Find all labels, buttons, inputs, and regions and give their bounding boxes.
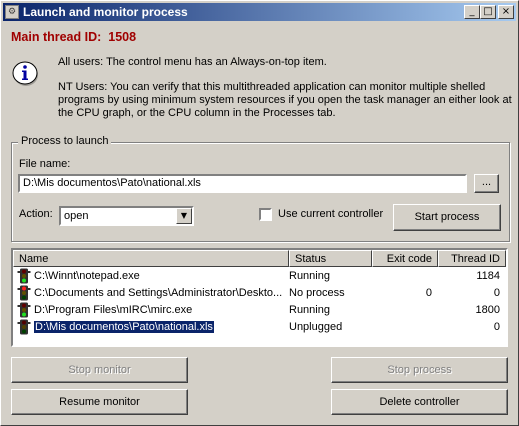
chevron-down-icon[interactable]: ▼ <box>176 208 192 224</box>
maximize-button[interactable]: □ <box>480 5 496 19</box>
app-icon[interactable]: ⚙ <box>5 5 19 19</box>
traffic-light-red-icon <box>17 285 31 301</box>
group-title: Process to launch <box>18 135 112 147</box>
use-current-controller-label[interactable]: Use current controller <box>278 208 383 220</box>
table-row-selected[interactable]: D:\Mis documentos\Pato\national.xls Unpl… <box>13 319 506 336</box>
traffic-light-dark-icon <box>17 319 31 335</box>
minimize-button[interactable]: _ <box>464 5 480 19</box>
row-thread-id: 1800 <box>475 304 500 316</box>
main-thread-info: Main thread ID: 1508 <box>11 30 136 44</box>
action-select[interactable]: open ▼ <box>59 206 194 226</box>
info-text: All users: The control menu has an Alway… <box>58 56 513 132</box>
info-icon <box>12 61 38 86</box>
info-all-users: All users: The control menu has an Alway… <box>58 56 327 68</box>
row-name: D:\Program Files\mIRC\mirc.exe <box>34 304 193 316</box>
table-row[interactable]: C:\Winnt\notepad.exe Running 1184 <box>13 268 506 285</box>
row-status: Running <box>289 270 330 282</box>
column-header-status[interactable]: Status <box>289 250 372 267</box>
column-header-exit-code[interactable]: Exit code <box>372 250 438 267</box>
row-name: C:\Winnt\notepad.exe <box>34 270 140 282</box>
main-thread-label: Main thread ID: <box>11 30 102 44</box>
row-status: Running <box>289 304 330 316</box>
info-nt-users: NT Users: You can verify that this multi… <box>58 81 512 119</box>
row-thread-id: 0 <box>493 321 500 333</box>
resume-monitor-button[interactable]: Resume monitor <box>11 389 188 415</box>
table-row[interactable]: D:\Program Files\mIRC\mirc.exe Running 1… <box>13 302 506 319</box>
browse-button[interactable]: ... <box>474 174 499 193</box>
row-thread-id: 1184 <box>476 270 500 282</box>
column-header-name[interactable]: Name <box>13 250 289 267</box>
stop-process-button[interactable]: Stop process <box>331 357 508 383</box>
action-label: Action: <box>19 208 53 220</box>
use-current-controller-checkbox[interactable] <box>259 208 272 221</box>
main-thread-value: 1508 <box>108 30 137 44</box>
file-name-input[interactable]: D:\Mis documentos\Pato\national.xls <box>18 174 467 193</box>
traffic-light-green-icon <box>17 302 31 318</box>
row-thread-id: 0 <box>493 287 500 299</box>
title-bar[interactable]: ⚙ Launch and monitor process _ □ × <box>3 3 516 21</box>
file-name-label: File name: <box>19 158 71 170</box>
column-header-thread-id[interactable]: Thread ID <box>438 250 506 267</box>
table-row[interactable]: C:\Documents and Settings\Administrator\… <box>13 285 506 302</box>
close-button[interactable]: × <box>498 5 514 19</box>
window-title: Launch and monitor process <box>23 5 188 19</box>
stop-monitor-button[interactable]: Stop monitor <box>11 357 188 383</box>
action-value: open <box>64 210 89 222</box>
start-process-button[interactable]: Start process <box>393 204 501 231</box>
process-list[interactable]: Name Status Exit code Thread ID C:\Winnt… <box>11 248 508 347</box>
row-status: No process <box>289 287 345 299</box>
delete-controller-button[interactable]: Delete controller <box>331 389 508 415</box>
row-exit-code: 0 <box>425 287 432 299</box>
row-name: D:\Mis documentos\Pato\national.xls <box>33 320 215 334</box>
traffic-light-green-icon <box>17 268 31 284</box>
row-status: Unplugged <box>289 321 343 333</box>
row-name: C:\Documents and Settings\Administrator\… <box>34 287 283 299</box>
